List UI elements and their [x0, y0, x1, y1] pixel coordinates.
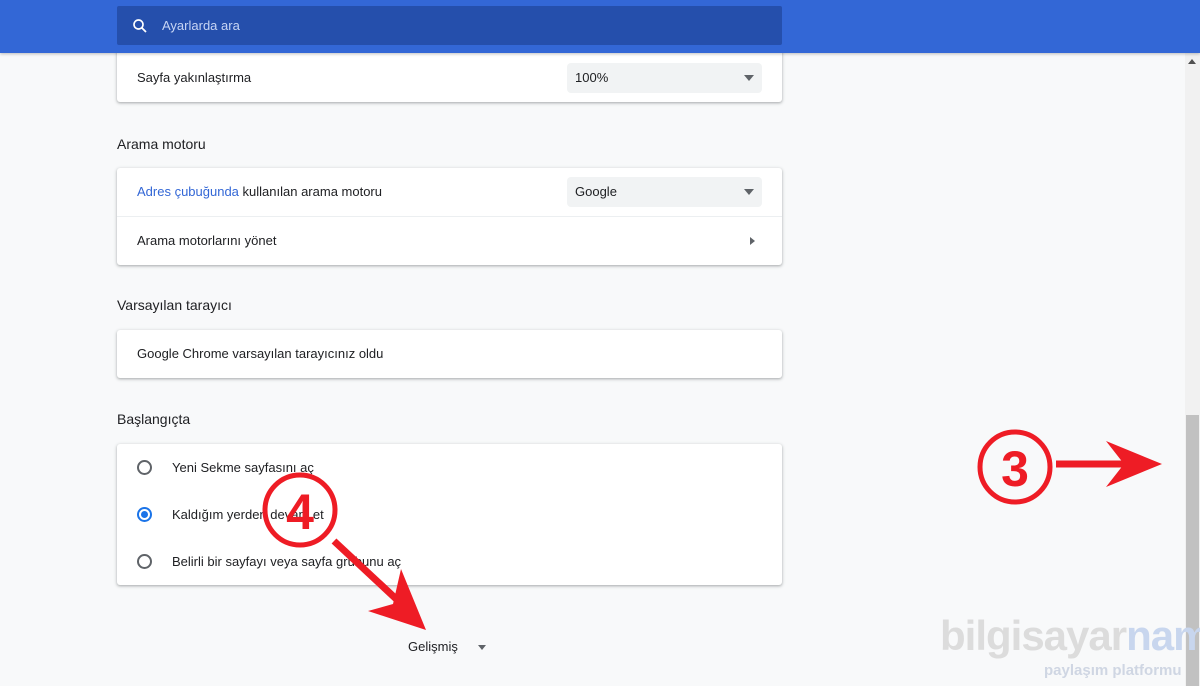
step-3-number: 3: [1001, 441, 1029, 497]
settings-toolbar: Ayarlarda ara: [0, 0, 1200, 53]
step-4-number: 4: [286, 484, 314, 540]
search-icon: [133, 19, 147, 33]
step-3-marker: 3: [977, 429, 1053, 505]
arrow-down-right-icon: [331, 538, 426, 630]
annotation-overlay: 3 4: [262, 429, 1162, 630]
search-placeholder: Ayarlarda ara: [162, 18, 240, 33]
step-4-marker: 4: [262, 472, 338, 548]
search-input[interactable]: Ayarlarda ara: [117, 6, 782, 45]
arrow-right-icon: [1056, 441, 1162, 487]
